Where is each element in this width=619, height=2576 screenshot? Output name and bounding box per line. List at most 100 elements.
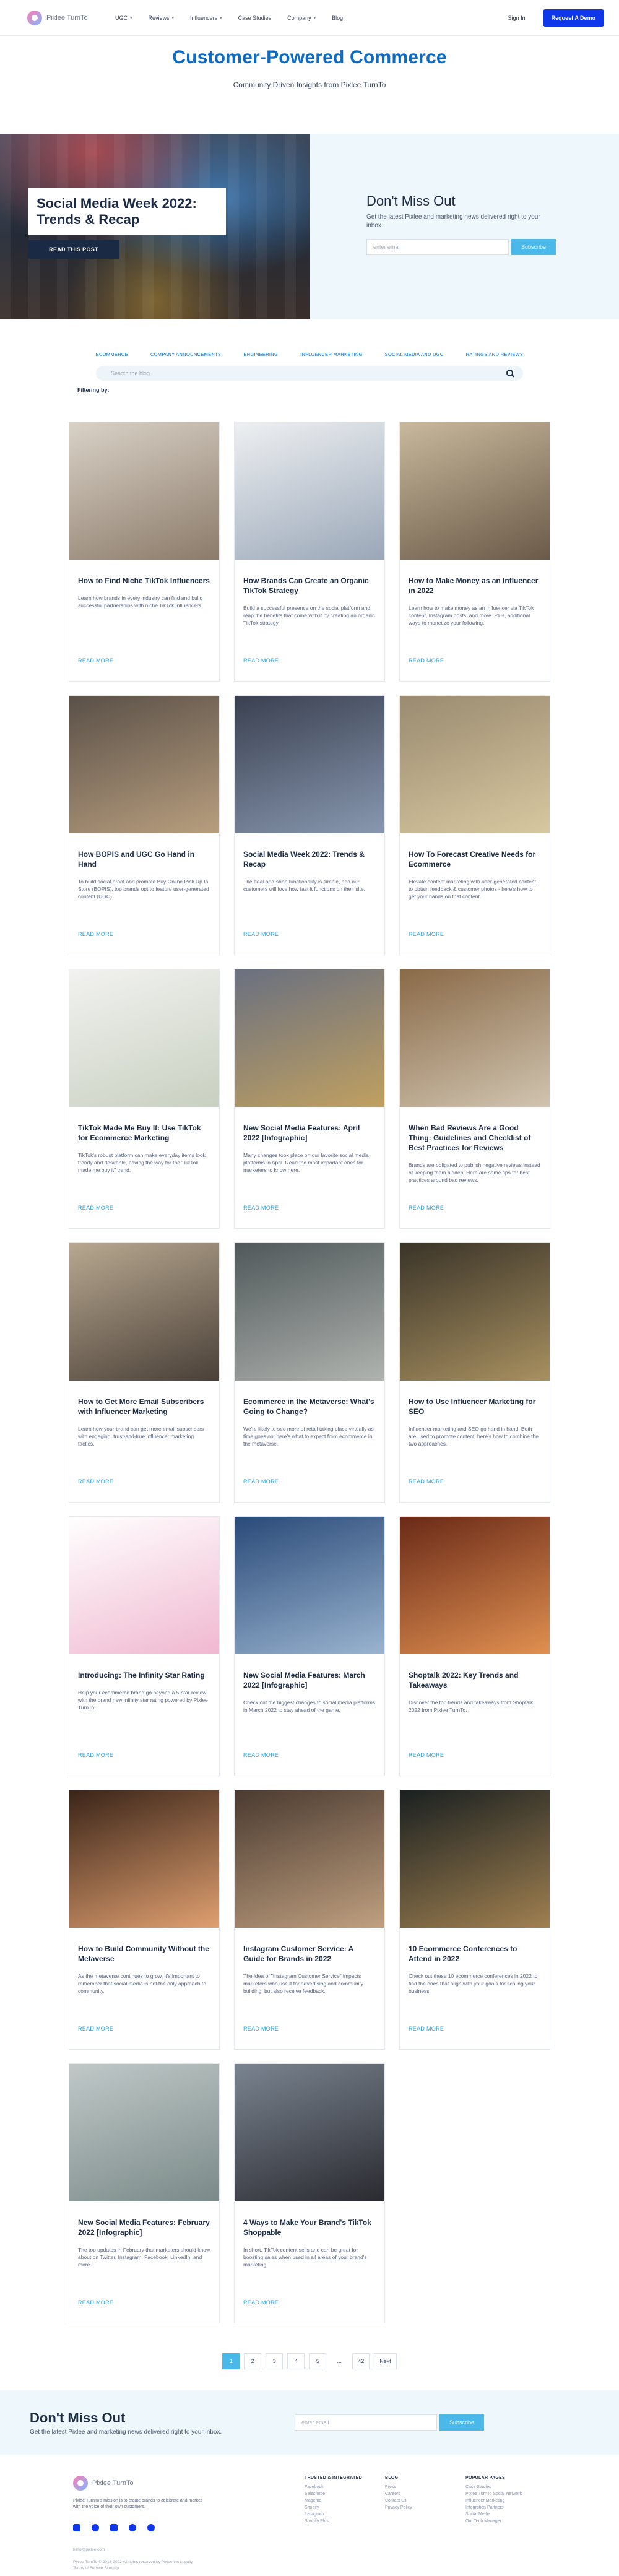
post-card[interactable]: 4 Ways to Make Your Brand's TikTok Shopp…	[234, 2063, 385, 2323]
post-title[interactable]: Shoptalk 2022: Key Trends and Takeaways	[409, 1670, 541, 1690]
post-thumbnail[interactable]	[400, 1243, 550, 1381]
nav-link-influencers[interactable]: Influencers ▾	[190, 15, 222, 21]
facebook-icon[interactable]	[92, 2524, 99, 2531]
post-title[interactable]: How BOPIS and UGC Go Hand in Hand	[78, 849, 210, 869]
featured-post-title[interactable]: Social Media Week 2022: Trends & Recap	[37, 196, 217, 228]
post-thumbnail[interactable]	[69, 969, 219, 1107]
post-card[interactable]: Instagram Customer Service: A Guide for …	[234, 1790, 385, 2050]
read-more-link[interactable]: READ MORE	[409, 2026, 444, 2032]
category-link[interactable]: ECOMMERCE	[96, 352, 128, 357]
post-title[interactable]: Instagram Customer Service: A Guide for …	[243, 1944, 376, 1964]
post-title[interactable]: 10 Ecommerce Conferences to Attend in 20…	[409, 1944, 541, 1964]
category-link[interactable]: ENGINEERING	[243, 352, 278, 357]
post-card[interactable]: When Bad Reviews Are a Good Thing: Guide…	[399, 969, 550, 1229]
post-card[interactable]: How to Build Community Without the Metav…	[69, 1790, 220, 2050]
post-thumbnail[interactable]	[69, 1243, 219, 1381]
category-link[interactable]: RATINGS AND REVIEWS	[466, 352, 524, 357]
nav-link-reviews[interactable]: Reviews ▾	[149, 15, 175, 21]
post-card[interactable]: Shoptalk 2022: Key Trends and Takeaways D…	[399, 1516, 550, 1776]
footer-link[interactable]: Our Tech Manager	[465, 2518, 546, 2525]
linkedin-icon[interactable]	[110, 2524, 118, 2531]
footer-link[interactable]: Shopify Plus	[305, 2518, 385, 2525]
page-button[interactable]: 42	[352, 2353, 370, 2369]
post-thumbnail[interactable]	[400, 422, 550, 560]
instagram-icon[interactable]	[129, 2524, 136, 2531]
footer-link[interactable]: Pixlee TurnTo Social Network	[465, 2491, 546, 2497]
footer-link[interactable]: Facebook	[305, 2484, 385, 2491]
page-button[interactable]: 1	[222, 2353, 240, 2369]
read-more-link[interactable]: READ MORE	[78, 2299, 113, 2305]
twitter-icon[interactable]	[73, 2524, 80, 2531]
footer-link[interactable]: Integration Partners	[465, 2504, 546, 2511]
footer-link[interactable]: Privacy Policy	[385, 2504, 465, 2511]
search-icon[interactable]	[506, 369, 514, 378]
page-button[interactable]: 3	[266, 2353, 284, 2369]
footer-link[interactable]: Contact Us	[385, 2497, 465, 2504]
post-card[interactable]: New Social Media Features: February 2022…	[69, 2063, 220, 2323]
footer-link[interactable]: Shopify	[305, 2504, 385, 2511]
post-thumbnail[interactable]	[235, 2064, 384, 2201]
post-card[interactable]: How to Get More Email Subscribers with I…	[69, 1242, 220, 1503]
post-thumbnail[interactable]	[400, 1517, 550, 1654]
featured-post-image[interactable]: Social Media Week 2022: Trends & Recap R…	[0, 134, 310, 319]
post-title[interactable]: New Social Media Features: February 2022…	[78, 2218, 210, 2237]
post-title[interactable]: When Bad Reviews Are a Good Thing: Guide…	[409, 1123, 541, 1153]
post-card[interactable]: New Social Media Features: March 2022 [I…	[234, 1516, 385, 1776]
page-button[interactable]: 2	[244, 2353, 262, 2369]
post-card[interactable]: How to Use Influencer Marketing for SEO I…	[399, 1242, 550, 1503]
post-card[interactable]: Introducing: The Infinity Star Rating Hel…	[69, 1516, 220, 1776]
post-thumbnail[interactable]	[400, 969, 550, 1107]
footer-link[interactable]: Social Media	[465, 2511, 546, 2518]
footer-legal-links[interactable]: Terms of Service Sitemap	[73, 2566, 119, 2570]
read-more-link[interactable]: READ MORE	[78, 2026, 113, 2032]
read-more-link[interactable]: READ MORE	[78, 1478, 113, 1485]
post-thumbnail[interactable]	[235, 696, 384, 833]
post-thumbnail[interactable]	[69, 2064, 219, 2201]
sign-in-link[interactable]: Sign In	[508, 15, 526, 21]
read-more-link[interactable]: READ MORE	[409, 657, 444, 664]
post-thumbnail[interactable]	[235, 969, 384, 1107]
post-thumbnail[interactable]	[400, 696, 550, 833]
nav-link-ugc[interactable]: UGC ▾	[115, 15, 132, 21]
read-more-link[interactable]: READ MORE	[243, 2299, 279, 2305]
post-title[interactable]: New Social Media Features: March 2022 [I…	[243, 1670, 376, 1690]
category-link[interactable]: INFLUENCER MARKETING	[300, 352, 363, 357]
post-title[interactable]: How to Build Community Without the Metav…	[78, 1944, 210, 1964]
post-title[interactable]: 4 Ways to Make Your Brand's TikTok Shopp…	[243, 2218, 376, 2237]
post-title[interactable]: How to Get More Email Subscribers with I…	[78, 1397, 210, 1416]
post-title[interactable]: TikTok Made Me Buy It: Use TikTok for Ec…	[78, 1123, 210, 1143]
read-more-link[interactable]: READ MORE	[78, 657, 113, 664]
post-thumbnail[interactable]	[235, 1243, 384, 1381]
post-title[interactable]: Social Media Week 2022: Trends & Recap	[243, 849, 376, 869]
logo[interactable]: Pixlee TurnTo	[27, 10, 97, 25]
request-demo-button[interactable]: Request A Demo	[542, 9, 604, 27]
category-link[interactable]: SOCIAL MEDIA AND UGC	[385, 352, 444, 357]
read-this-post-button[interactable]: READ THIS POST	[28, 240, 119, 259]
post-thumbnail[interactable]	[69, 1517, 219, 1654]
post-card[interactable]: How To Forecast Creative Needs for Ecomm…	[399, 695, 550, 955]
read-more-link[interactable]: READ MORE	[78, 1205, 113, 1211]
post-thumbnail[interactable]	[235, 1517, 384, 1654]
footer-logo[interactable]: Pixlee TurnTo	[73, 2476, 142, 2491]
bottom-email-field[interactable]	[295, 2414, 437, 2431]
post-thumbnail[interactable]	[235, 422, 384, 560]
read-more-link[interactable]: READ MORE	[243, 1752, 279, 1758]
read-more-link[interactable]: READ MORE	[409, 1752, 444, 1758]
post-card[interactable]: How to Find Niche TikTok Influencers Lear…	[69, 422, 220, 682]
page-button[interactable]: 5	[309, 2353, 327, 2369]
tiktok-icon[interactable]	[147, 2524, 155, 2531]
nav-link-case-studies[interactable]: Case Studies	[238, 15, 272, 21]
post-title[interactable]: How to Make Money as an Influencer in 20…	[409, 576, 541, 596]
bottom-subscribe-button[interactable]: Subscribe	[439, 2414, 484, 2431]
read-more-link[interactable]: READ MORE	[78, 1752, 113, 1758]
post-card[interactable]: 10 Ecommerce Conferences to Attend in 20…	[399, 1790, 550, 2050]
post-card[interactable]: TikTok Made Me Buy It: Use TikTok for Ec…	[69, 969, 220, 1229]
email-field[interactable]	[366, 239, 509, 255]
post-title[interactable]: New Social Media Features: April 2022 [I…	[243, 1123, 376, 1143]
post-title[interactable]: How to Use Influencer Marketing for SEO	[409, 1397, 541, 1416]
read-more-link[interactable]: READ MORE	[243, 931, 279, 937]
category-link[interactable]: COMPANY ANNOUNCEMENTS	[150, 352, 221, 357]
post-card[interactable]: New Social Media Features: April 2022 [I…	[234, 969, 385, 1229]
post-title[interactable]: How to Find Niche TikTok Influencers	[78, 576, 210, 586]
post-title[interactable]: Introducing: The Infinity Star Rating	[78, 1670, 210, 1680]
